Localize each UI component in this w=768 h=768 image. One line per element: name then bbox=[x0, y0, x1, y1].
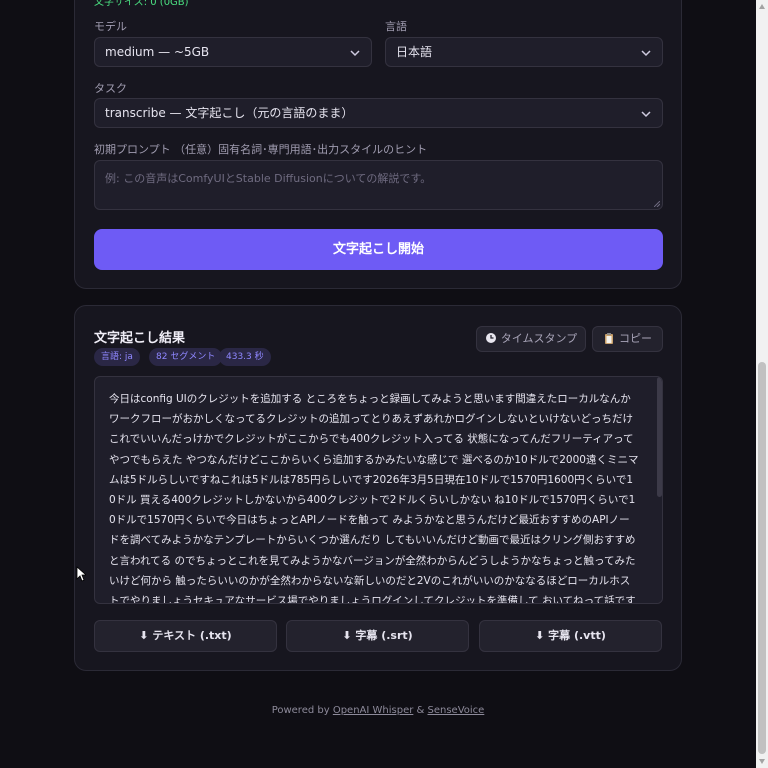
sensevoice-link[interactable]: SenseVoice bbox=[428, 705, 485, 716]
page-scrollbar[interactable] bbox=[756, 0, 768, 768]
download-txt-button[interactable]: ⬇ テキスト (.txt) bbox=[94, 620, 277, 652]
scroll-down-arrow-icon[interactable] bbox=[759, 759, 765, 764]
page: 文字サイズ: 0 (0GB) モデル medium — ~5GB 言語 日本語 … bbox=[0, 0, 756, 768]
transcript-output[interactable]: 今日はconfig UIのクレジットを追加する ところをちょっと録画してみようと… bbox=[94, 376, 663, 604]
chevron-down-icon bbox=[641, 111, 651, 118]
language-label: 言語 bbox=[385, 20, 407, 33]
segment-count-badge: 82 セグメント bbox=[149, 348, 223, 366]
cutoff-status-text: 文字サイズ: 0 (0GB) bbox=[94, 0, 189, 8]
resize-handle-icon[interactable] bbox=[654, 201, 660, 207]
scroll-up-arrow-icon[interactable] bbox=[759, 4, 765, 9]
chevron-down-icon bbox=[641, 50, 651, 57]
copy-button-label: コピー bbox=[619, 332, 652, 345]
transcript-scrollbar-thumb[interactable] bbox=[657, 377, 662, 497]
footer-prefix: Powered by bbox=[271, 705, 333, 716]
footer: Powered by OpenAI Whisper & SenseVoice bbox=[0, 705, 756, 716]
mouse-cursor-icon bbox=[76, 566, 86, 582]
transcript-scrollbar[interactable] bbox=[657, 377, 662, 603]
language-select-value: 日本語 bbox=[396, 45, 433, 59]
task-label: タスク bbox=[94, 82, 127, 95]
language-badge: 言語: ja bbox=[94, 348, 140, 366]
initial-prompt-label: 初期プロンプト （任意）固有名詞･専門用語･出力スタイルのヒント bbox=[94, 143, 428, 156]
timestamp-button-label: タイムスタンプ bbox=[500, 332, 578, 345]
language-select[interactable]: 日本語 bbox=[385, 37, 663, 67]
chevron-down-icon bbox=[350, 50, 360, 57]
settings-card: 文字サイズ: 0 (0GB) モデル medium — ~5GB 言語 日本語 … bbox=[74, 0, 682, 289]
copy-button[interactable]: コピー bbox=[592, 326, 663, 352]
download-srt-button[interactable]: ⬇ 字幕 (.srt) bbox=[286, 620, 469, 652]
result-card: 文字起こし結果 言語: ja 82 セグメント 433.3 秒 タイムスタンプ … bbox=[74, 305, 682, 671]
openai-whisper-link[interactable]: OpenAI Whisper bbox=[333, 705, 414, 716]
result-title: 文字起こし結果 bbox=[94, 331, 186, 346]
initial-prompt-placeholder: 例: この音声はComfyUIとStable Diffusionについての解説で… bbox=[105, 172, 432, 185]
transcript-text: 今日はconfig UIのクレジットを追加する ところをちょっと録画してみようと… bbox=[109, 393, 639, 604]
initial-prompt-input[interactable]: 例: この音声はComfyUIとStable Diffusionについての解説で… bbox=[94, 160, 663, 210]
page-scrollbar-thumb[interactable] bbox=[758, 362, 766, 754]
model-select[interactable]: medium — ~5GB bbox=[94, 37, 372, 67]
start-transcription-button[interactable]: 文字起こし開始 bbox=[94, 229, 663, 270]
task-select[interactable]: transcribe — 文字起こし（元の言語のまま） bbox=[94, 98, 663, 128]
timestamp-toggle-button[interactable]: タイムスタンプ bbox=[476, 326, 586, 352]
clock-icon bbox=[485, 333, 496, 343]
duration-badge: 433.3 秒 bbox=[219, 348, 271, 366]
footer-separator: & bbox=[413, 705, 428, 716]
task-select-value: transcribe — 文字起こし（元の言語のまま） bbox=[105, 106, 354, 120]
clipboard-icon bbox=[605, 333, 613, 344]
model-select-value: medium — ~5GB bbox=[105, 45, 210, 59]
model-label: モデル bbox=[94, 20, 127, 33]
download-vtt-button[interactable]: ⬇ 字幕 (.vtt) bbox=[479, 620, 662, 652]
